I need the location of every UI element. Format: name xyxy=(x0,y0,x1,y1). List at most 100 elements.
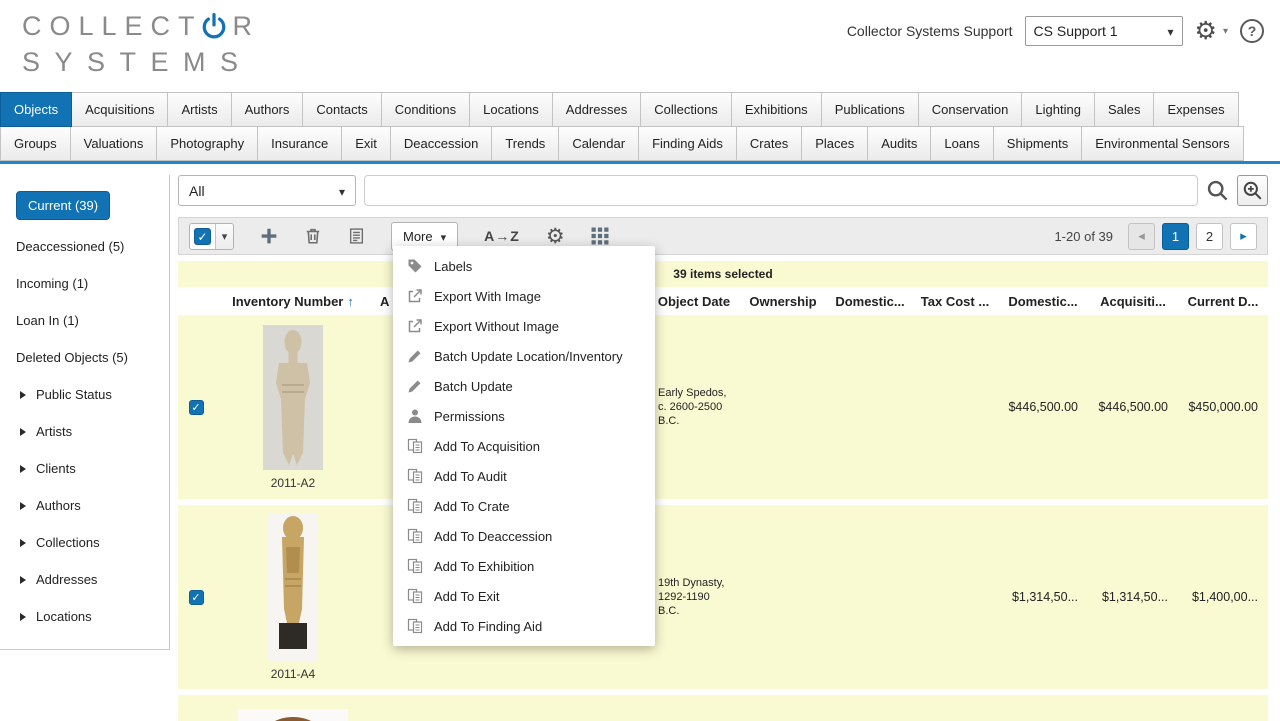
search-icon[interactable] xyxy=(1206,179,1229,202)
menu-item-add-to-exit[interactable]: Add To Exit xyxy=(393,581,655,611)
tab-finding-aids[interactable]: Finding Aids xyxy=(638,126,737,161)
menu-item-add-to-audit[interactable]: Add To Audit xyxy=(393,461,655,491)
menu-item-export-without-image[interactable]: Export Without Image xyxy=(393,311,655,341)
menu-item-batch-update-location-inventory[interactable]: Batch Update Location/Inventory xyxy=(393,341,655,371)
acquisition-cell: $446,500.00 xyxy=(1088,400,1178,414)
column-header-acquisition[interactable]: Acquisiti... xyxy=(1088,294,1178,309)
search-input[interactable] xyxy=(364,175,1198,206)
table-row[interactable]: 2011-A2 Early Spedos, c. 2600-2500 B.C. … xyxy=(178,315,1268,499)
menu-item-add-to-crate[interactable]: Add To Crate xyxy=(393,491,655,521)
tab-conditions[interactable]: Conditions xyxy=(381,92,470,127)
settings-icon[interactable] xyxy=(546,226,565,247)
object-cell[interactable]: 2011-A2 xyxy=(214,325,372,490)
object-thumbnail[interactable] xyxy=(268,513,318,661)
menu-item-permissions[interactable]: Permissions xyxy=(393,401,655,431)
zoom-search-button[interactable] xyxy=(1237,175,1268,206)
menu-item-export-with-image[interactable]: Export With Image xyxy=(393,281,655,311)
tab-locations[interactable]: Locations xyxy=(469,92,553,127)
gear-caret-icon[interactable] xyxy=(1223,26,1228,37)
sidebar-group-addresses[interactable]: Addresses xyxy=(16,561,161,598)
tab-places[interactable]: Places xyxy=(801,126,868,161)
prev-page-button[interactable] xyxy=(1128,223,1155,250)
tab-groups[interactable]: Groups xyxy=(0,126,71,161)
tab-audits[interactable]: Audits xyxy=(867,126,931,161)
column-header-domestic-1[interactable]: Domestic... xyxy=(828,294,912,309)
chevron-right-icon xyxy=(20,428,26,436)
help-icon[interactable] xyxy=(1240,19,1264,43)
object-cell[interactable]: 2011-A4 xyxy=(214,513,372,681)
select-menu-caret-icon[interactable] xyxy=(215,224,233,249)
tab-addresses[interactable]: Addresses xyxy=(552,92,641,127)
page-1-button[interactable]: 1 xyxy=(1162,223,1189,250)
tab-exit[interactable]: Exit xyxy=(341,126,391,161)
object-thumbnail[interactable] xyxy=(263,325,323,470)
menu-item-add-to-finding-aid[interactable]: Add To Finding Aid xyxy=(393,611,655,641)
object-thumbnail[interactable] xyxy=(238,709,348,721)
tab-deaccession[interactable]: Deaccession xyxy=(390,126,492,161)
toolbar: More A→Z 1-20 of 39 1 2 xyxy=(178,217,1268,255)
table-row[interactable] xyxy=(178,695,1268,721)
tab-shipments[interactable]: Shipments xyxy=(993,126,1082,161)
menu-item-add-to-acquisition[interactable]: Add To Acquisition xyxy=(393,431,655,461)
column-header-ownership[interactable]: Ownership xyxy=(738,294,828,309)
tab-exhibitions[interactable]: Exhibitions xyxy=(731,92,822,127)
tab-insurance[interactable]: Insurance xyxy=(257,126,342,161)
grid-view-button[interactable] xyxy=(591,227,609,245)
tab-objects[interactable]: Objects xyxy=(0,92,72,127)
tab-sales[interactable]: Sales xyxy=(1094,92,1155,127)
sidebar-group-locations[interactable]: Locations xyxy=(16,598,161,635)
column-header-object-date[interactable]: Object Date xyxy=(650,294,738,309)
object-cell[interactable] xyxy=(214,709,372,721)
tab-environmental-sensors[interactable]: Environmental Sensors xyxy=(1081,126,1243,161)
tab-crates[interactable]: Crates xyxy=(736,126,802,161)
tab-artists[interactable]: Artists xyxy=(167,92,231,127)
sidebar-group-artists[interactable]: Artists xyxy=(16,413,161,450)
sidebar-group-authors[interactable]: Authors xyxy=(16,487,161,524)
tab-trends[interactable]: Trends xyxy=(491,126,559,161)
tab-conservation[interactable]: Conservation xyxy=(918,92,1023,127)
menu-item-add-to-exhibition[interactable]: Add To Exhibition xyxy=(393,551,655,581)
tab-authors[interactable]: Authors xyxy=(231,92,304,127)
page-2-button[interactable]: 2 xyxy=(1196,223,1223,250)
sidebar-filter-deleted-objects[interactable]: Deleted Objects (5) xyxy=(16,339,161,376)
pencil-icon xyxy=(407,378,423,394)
tab-acquisitions[interactable]: Acquisitions xyxy=(71,92,168,127)
sidebar-group-collections[interactable]: Collections xyxy=(16,524,161,561)
scope-select[interactable]: All xyxy=(178,175,356,206)
acquisition-cell: $1,314,50... xyxy=(1088,590,1178,604)
tab-loans[interactable]: Loans xyxy=(930,126,993,161)
next-page-button[interactable] xyxy=(1230,223,1257,250)
sidebar-filter-incoming[interactable]: Incoming (1) xyxy=(16,265,161,302)
tab-contacts[interactable]: Contacts xyxy=(302,92,381,127)
sidebar-filter-current[interactable]: Current (39) xyxy=(16,191,110,220)
sidebar-group-clients[interactable]: Clients xyxy=(16,450,161,487)
account-select[interactable]: CS Support 1 xyxy=(1025,16,1183,46)
row-checkbox[interactable] xyxy=(189,400,204,415)
add-button[interactable] xyxy=(260,227,278,245)
column-header-current[interactable]: Current D... xyxy=(1178,294,1268,309)
tab-collections[interactable]: Collections xyxy=(640,92,732,127)
tab-publications[interactable]: Publications xyxy=(821,92,919,127)
tab-calendar[interactable]: Calendar xyxy=(558,126,639,161)
row-checkbox[interactable] xyxy=(189,590,204,605)
column-header-inventory-number[interactable]: Inventory Number↑ xyxy=(214,294,372,309)
report-button[interactable] xyxy=(348,227,365,245)
sidebar-group-public-status[interactable]: Public Status xyxy=(16,376,161,413)
table-row[interactable]: 2011-A4 19th Dynasty, 1292-1190 B.C. $1,… xyxy=(178,505,1268,689)
select-all-checkbox[interactable] xyxy=(194,228,211,245)
tab-expenses[interactable]: Expenses xyxy=(1153,92,1238,127)
tab-valuations[interactable]: Valuations xyxy=(70,126,158,161)
menu-item-add-to-deaccession[interactable]: Add To Deaccession xyxy=(393,521,655,551)
sidebar-filter-deaccessioned[interactable]: Deaccessioned (5) xyxy=(16,228,161,265)
tab-photography[interactable]: Photography xyxy=(156,126,258,161)
menu-item-batch-update[interactable]: Batch Update xyxy=(393,371,655,401)
tab-lighting[interactable]: Lighting xyxy=(1021,92,1095,127)
column-header-tax-cost[interactable]: Tax Cost ... xyxy=(912,294,998,309)
gear-icon[interactable] xyxy=(1195,19,1217,44)
delete-button[interactable] xyxy=(304,227,322,245)
menu-item-labels[interactable]: Labels xyxy=(393,251,655,281)
power-icon xyxy=(201,13,227,39)
sidebar-filter-loan-in[interactable]: Loan In (1) xyxy=(16,302,161,339)
sort-az-button[interactable]: A→Z xyxy=(484,228,520,244)
column-header-domestic-2[interactable]: Domestic... xyxy=(998,294,1088,309)
